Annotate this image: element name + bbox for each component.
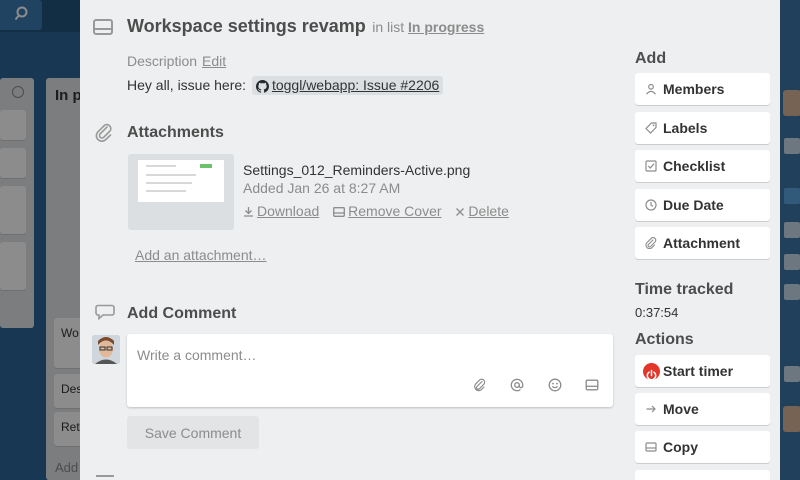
list-name-link[interactable]: In progress [408,19,484,35]
start-timer-button[interactable]: Start timer [635,355,770,387]
person-icon [646,83,656,95]
card-icon [333,207,346,217]
tag-icon [645,122,657,134]
attachment-added-date: Added Jan 26 at 8:27 AM [243,180,401,196]
attachments-title: Attachments [127,124,224,141]
comment-box [127,334,613,407]
github-icon [255,80,269,93]
delete-link[interactable]: Delete [455,203,509,219]
checklist-button[interactable]: Checklist [635,150,770,182]
download-label: Download [257,203,320,219]
description-text: Hey all, issue here: toggl/webapp: Issue… [127,76,444,95]
delete-label: Delete [468,203,509,219]
clock-icon [645,199,657,211]
move-button[interactable]: Move [635,393,770,425]
time-tracked-value: 0:37:54 [635,305,679,320]
github-issue-link[interactable]: toggl/webapp: Issue #2206 [251,76,444,95]
actions-section-title: Actions [635,331,694,348]
move-label: Move [663,401,699,417]
copy-label: Copy [663,439,698,455]
in-list-prefix: in list [372,19,405,35]
remove-cover-link[interactable]: Remove Cover [333,203,442,219]
time-tracked-title: Time tracked [635,281,734,298]
description-edit-link[interactable]: Edit [202,53,226,69]
activity-icon [96,475,114,477]
download-link[interactable]: Download [243,203,319,219]
members-button[interactable]: Members [635,73,770,105]
github-issue-link-text: toggl/webapp: Issue #2206 [271,77,440,93]
attachment-button[interactable]: Attachment [635,227,770,259]
card-header: Workspace settings revamp in list In pro… [127,16,484,37]
labels-label: Labels [663,120,708,136]
paperclip-icon [645,237,657,249]
emoji-icon[interactable] [548,378,562,392]
attachment-thumbnail[interactable] [128,154,234,230]
card-icon [645,442,657,452]
card-title[interactable]: Workspace settings revamp [127,16,366,36]
attachment-preview-image [138,160,224,202]
checkbox-icon [645,160,657,172]
comment-input[interactable] [127,334,613,376]
next-action-button[interactable] [635,470,770,480]
user-avatar-image [92,335,120,364]
power-icon [646,369,657,381]
copy-button[interactable]: Copy [635,431,770,463]
add-attachment-link[interactable]: Add an attachment… [135,247,267,263]
speech-bubble-icon [95,304,115,320]
description-text-prefix: Hey all, issue here: [127,77,247,93]
arrow-right-icon [646,405,656,413]
add-comment-title: Add Comment [127,305,237,322]
card-icon [93,19,113,35]
comment-toolbar [454,378,599,396]
description-label: Description [127,53,198,69]
attachment-label: Attachment [663,235,741,251]
paperclip-icon [95,123,112,142]
attachment-filename[interactable]: Settings_012_Reminders-Active.png [243,162,470,178]
card-list-info: in list In progress [372,19,484,35]
due-date-button[interactable]: Due Date [635,189,770,221]
avatar[interactable] [92,335,120,364]
members-label: Members [663,81,725,97]
save-comment-button[interactable]: Save Comment [127,416,259,449]
card-detail-modal: Workspace settings revamp in list In pro… [80,0,780,480]
due-date-label: Due Date [663,197,724,213]
card-icon[interactable] [585,378,599,392]
close-icon [456,208,465,216]
timer-badge [643,363,660,381]
remove-cover-label: Remove Cover [348,203,442,219]
attachment-actions: Download Remove Cover Delete [243,203,519,219]
card-sidebar: Add Members Labels Checklist Due Date At… [635,0,775,480]
checklist-label: Checklist [663,158,726,174]
start-timer-label: Start timer [663,363,734,379]
labels-button[interactable]: Labels [635,112,770,144]
download-icon [244,207,253,217]
card-main-column: Workspace settings revamp in list In pro… [80,0,625,480]
at-mention-icon[interactable] [510,378,524,392]
add-section-title: Add [635,50,667,67]
paperclip-icon[interactable] [473,378,487,392]
